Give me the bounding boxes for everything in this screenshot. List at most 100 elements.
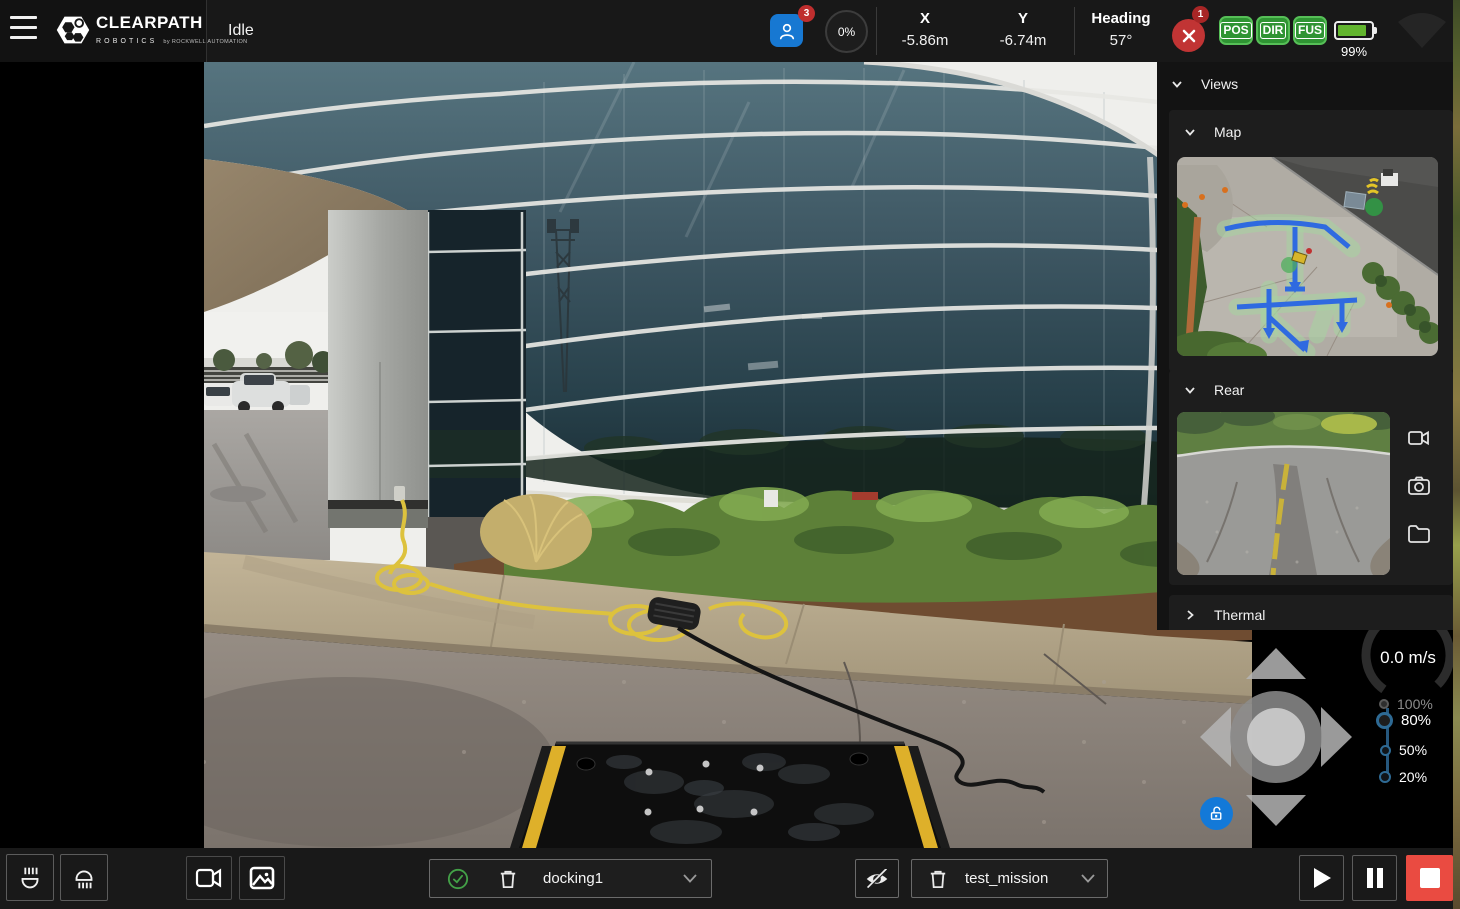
dock-select[interactable]: docking1 [429,859,712,898]
speed-level-20[interactable]: 20% [1379,769,1427,785]
pos-indicator[interactable]: POS [1219,16,1253,45]
telemetry-heading-label: Heading [1078,10,1164,27]
dir-indicator-label: DIR [1260,22,1287,39]
close-icon [1182,29,1196,43]
telemetry-x-value: -5.86m [882,32,968,49]
chevron-down-icon [683,874,697,883]
thermal-panel: Thermal [1169,595,1453,630]
speed-level-dot [1379,699,1389,709]
views-sidebar: Views Map [1157,62,1453,630]
pause-button[interactable] [1352,855,1397,901]
map-thumbnail[interactable] [1177,157,1438,356]
speed-level-label: 80% [1401,712,1431,729]
telemetry-y-value: -6.74m [980,32,1066,49]
parking-lot-scene [204,312,334,560]
fus-indicator-label: FUS [1295,22,1325,39]
robot-status: Idle [228,0,254,62]
map-panel: Map [1169,110,1453,372]
eye-off-icon [865,869,889,889]
battery-icon [1334,21,1374,40]
wifi-icon [1396,8,1448,54]
lights-down-button[interactable] [60,854,108,901]
delete-dock-icon[interactable] [499,869,517,889]
play-button[interactable] [1299,855,1344,901]
light-beam-down-icon [69,863,99,893]
delete-mission-icon[interactable] [929,869,947,889]
bottom-toolbar: docking1 test_mission [0,848,1453,909]
folder-icon [1407,522,1431,546]
joystick-knob[interactable] [1247,708,1305,766]
telemetry-heading: Heading 57° [1078,10,1164,49]
pos-indicator-label: POS [1220,22,1251,39]
fus-indicator[interactable]: FUS [1293,16,1327,45]
light-beam-up-icon [15,863,45,893]
mission-select-value: test_mission [965,870,1048,887]
chevron-down-icon [1171,78,1183,90]
person-icon [777,21,797,41]
brand-subtitle: ROBOTICS [96,38,157,45]
chevron-down-icon [1081,874,1095,883]
operator-count-badge: 3 [798,5,815,22]
top-bar: CLEARPATH ROBOTICSby ROCKWELL AUTOMATION… [0,0,1453,62]
screenshot-button-main[interactable] [239,856,285,900]
map-section-header[interactable]: Map [1184,124,1241,140]
chevron-down-icon [1184,126,1196,138]
play-icon [1311,866,1333,890]
image-icon [249,866,275,890]
speed-level-50[interactable]: 50% [1380,742,1427,758]
dir-indicator[interactable]: DIR [1256,16,1290,45]
record-video-button[interactable] [1407,426,1431,450]
entry-glass [426,210,526,524]
dock-verified-icon [447,868,469,890]
map-section-label: Map [1214,124,1241,140]
teleop-unlock-button[interactable] [1200,797,1233,830]
snapshot-button[interactable] [1407,474,1431,498]
mission-select[interactable]: test_mission [911,859,1108,898]
pause-icon [1365,866,1385,890]
media-folder-button[interactable] [1407,522,1431,546]
error-count-badge: 1 [1192,6,1209,23]
stop-button[interactable] [1406,855,1453,901]
chevron-down-icon [1184,384,1196,396]
speed-level-label: 20% [1399,769,1427,785]
right-edge-sliver [1453,0,1460,909]
building-column [328,210,428,528]
rear-section-label: Rear [1214,382,1244,398]
camera-scene [204,62,1252,848]
telemetry-y: Y -6.74m [980,10,1066,49]
record-video-button-main[interactable] [186,856,232,900]
rear-thumbnail[interactable] [1177,412,1390,575]
lights-up-button[interactable] [6,854,54,901]
error-button[interactable] [1172,19,1205,52]
dock-ramp [510,742,950,848]
hamburger-menu-icon[interactable] [10,16,37,42]
stop-icon [1419,867,1441,889]
views-section-header[interactable]: Views [1171,76,1238,92]
joystick-left-arrow[interactable] [1200,707,1231,767]
speed-level-dot [1376,712,1393,729]
speed-level-dot [1379,771,1391,783]
telemetry-x: X -5.86m [882,10,968,49]
speed-level-100[interactable]: 100% [1379,696,1433,712]
rear-section-header[interactable]: Rear [1184,382,1244,398]
video-camera-icon [195,866,223,890]
video-camera-icon [1407,426,1431,450]
speed-level-80-selected[interactable]: 80% [1376,712,1431,729]
thermal-section-header[interactable]: Thermal [1184,607,1265,623]
telemetry-x-label: X [882,10,968,27]
brand-title: CLEARPATH [96,14,248,31]
operator-button[interactable] [770,14,803,47]
telemetry-heading-value: 57° [1078,32,1164,49]
photo-camera-icon [1407,474,1431,498]
rear-panel: Rear [1169,370,1453,585]
speed-level-label: 50% [1399,742,1427,758]
chevron-right-icon [1184,609,1196,621]
views-section-label: Views [1201,76,1238,92]
thermal-section-label: Thermal [1214,607,1265,623]
clearpath-hexagon-icon [56,12,90,48]
mission-progress-value: 0% [838,25,855,39]
dock-select-value: docking1 [543,870,603,887]
mission-progress-ring: 0% [825,10,868,53]
mission-visibility-button[interactable] [855,859,899,898]
divider [876,7,877,55]
